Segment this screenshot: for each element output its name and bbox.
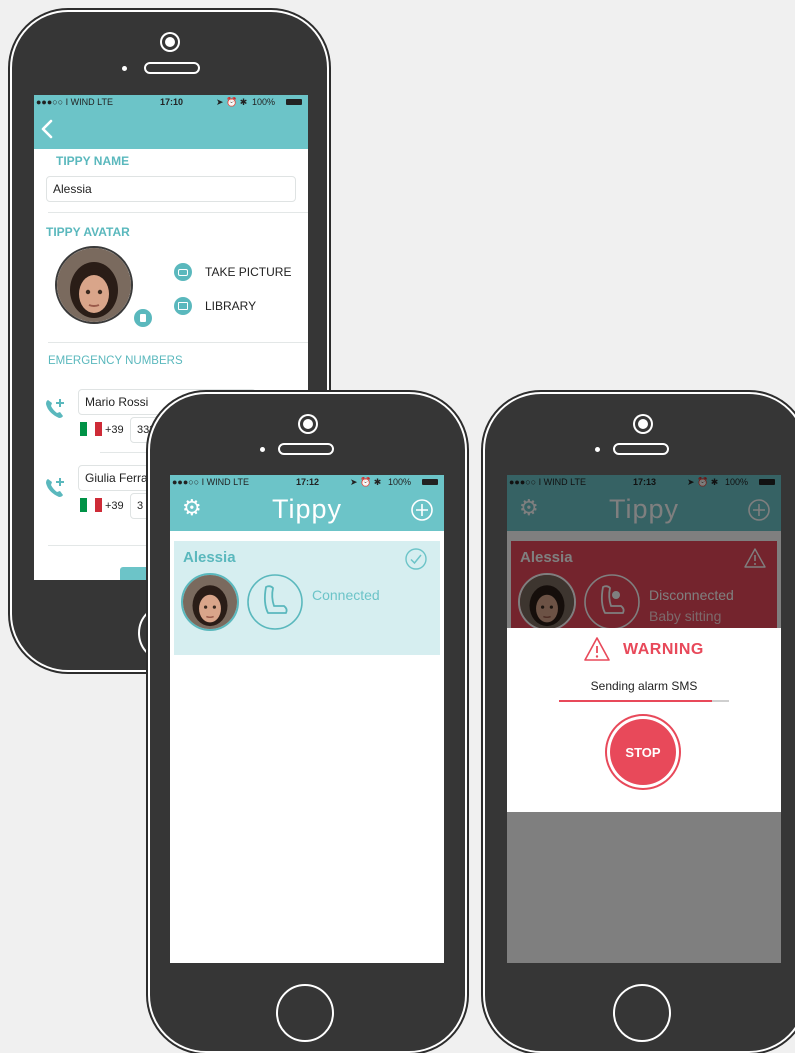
avatar [181, 573, 239, 631]
earpiece-speaker [278, 443, 334, 455]
warning-dialog: WARNING Sending alarm SMS STOP [507, 628, 781, 812]
status-bar: ●●●○○ I WIND LTE 17:10 ➤ ⏰ ✱ 100% [34, 95, 308, 109]
stop-button[interactable]: STOP [610, 719, 676, 785]
nav-bar [34, 109, 308, 149]
front-camera [162, 34, 178, 50]
country-prefix: +39 [105, 424, 124, 436]
nav-bar: ⚙ Tippy [170, 489, 444, 531]
italy-flag-icon [80, 422, 102, 436]
avatar[interactable] [55, 246, 133, 324]
italy-flag-icon [80, 498, 102, 512]
section-divider [48, 342, 308, 343]
status-icons: ➤ ⏰ ✱ [216, 97, 248, 107]
phone-alarm: ●●●○○ I WIND LTE 17:13 ➤ ⏰ ✱ 100% ⚙ Tipp… [483, 392, 795, 1053]
front-camera [635, 416, 651, 432]
camera-icon[interactable] [174, 263, 192, 281]
power-button[interactable] [465, 534, 467, 574]
child-photo-icon [57, 248, 131, 322]
tippy-avatar-label: TIPPY AVATAR [46, 225, 130, 239]
check-circle-icon [405, 548, 427, 570]
time-text: 17:12 [296, 477, 320, 487]
tippy-card[interactable]: Alessia Connected [174, 541, 440, 655]
warning-title: WARNING [623, 641, 704, 658]
battery-text: 100% [252, 97, 276, 107]
chevron-left-icon[interactable] [40, 119, 54, 139]
country-prefix: +39 [105, 500, 124, 512]
app-title: Tippy [271, 494, 343, 524]
battery-text: 100% [388, 477, 412, 487]
status-icons: ➤ ⏰ ✱ [350, 477, 382, 487]
child-photo-icon [183, 575, 237, 629]
card-name: Alessia [183, 549, 236, 566]
sensor-dot [122, 66, 127, 71]
take-picture-button[interactable]: TAKE PICTURE [205, 265, 291, 279]
alarm-screen: ●●●○○ I WIND LTE 17:13 ➤ ⏰ ✱ 100% ⚙ Tipp… [507, 475, 781, 963]
car-seat-icon [247, 574, 303, 630]
sensor-dot [595, 447, 600, 452]
trash-icon[interactable] [132, 307, 154, 329]
sending-progress-fill [559, 700, 712, 702]
gallery-icon[interactable] [174, 297, 192, 315]
list-screen: ●●●○○ I WIND LTE 17:12 ➤ ⏰ ✱ 100% ⚙ Tipp… [170, 475, 444, 963]
sensor-dot [260, 447, 265, 452]
earpiece-speaker [613, 443, 669, 455]
status-bar: ●●●○○ I WIND LTE 17:12 ➤ ⏰ ✱ 100% [170, 475, 444, 489]
sending-progress-track [559, 700, 729, 702]
battery-icon [422, 479, 438, 485]
section-divider [48, 212, 308, 213]
front-camera [300, 416, 316, 432]
stop-button-label: STOP [625, 744, 661, 760]
phone-list: ●●●○○ I WIND LTE 17:12 ➤ ⏰ ✱ 100% ⚙ Tipp… [148, 392, 467, 1053]
home-button[interactable] [613, 984, 671, 1042]
volume-button[interactable] [483, 490, 485, 518]
emergency-numbers-label: EMERGENCY NUMBERS [48, 355, 183, 367]
battery-icon [286, 99, 302, 105]
library-button[interactable]: LIBRARY [205, 299, 256, 313]
add-phone-icon[interactable] [43, 397, 67, 421]
warning-triangle-icon [584, 637, 610, 661]
tippy-name-label: TIPPY NAME [56, 154, 130, 168]
home-button[interactable] [276, 984, 334, 1042]
carrier-text: ●●●○○ I WIND LTE [172, 477, 250, 487]
plus-circle-icon[interactable] [410, 498, 434, 522]
time-text: 17:10 [160, 97, 184, 107]
connection-status: Connected [312, 587, 380, 603]
add-phone-icon[interactable] [43, 476, 67, 500]
warning-message: Sending alarm SMS [590, 679, 698, 693]
earpiece-speaker [144, 62, 200, 74]
carrier-text: ●●●○○ I WIND LTE [36, 97, 114, 107]
tippy-name-input[interactable]: Alessia [46, 176, 296, 202]
